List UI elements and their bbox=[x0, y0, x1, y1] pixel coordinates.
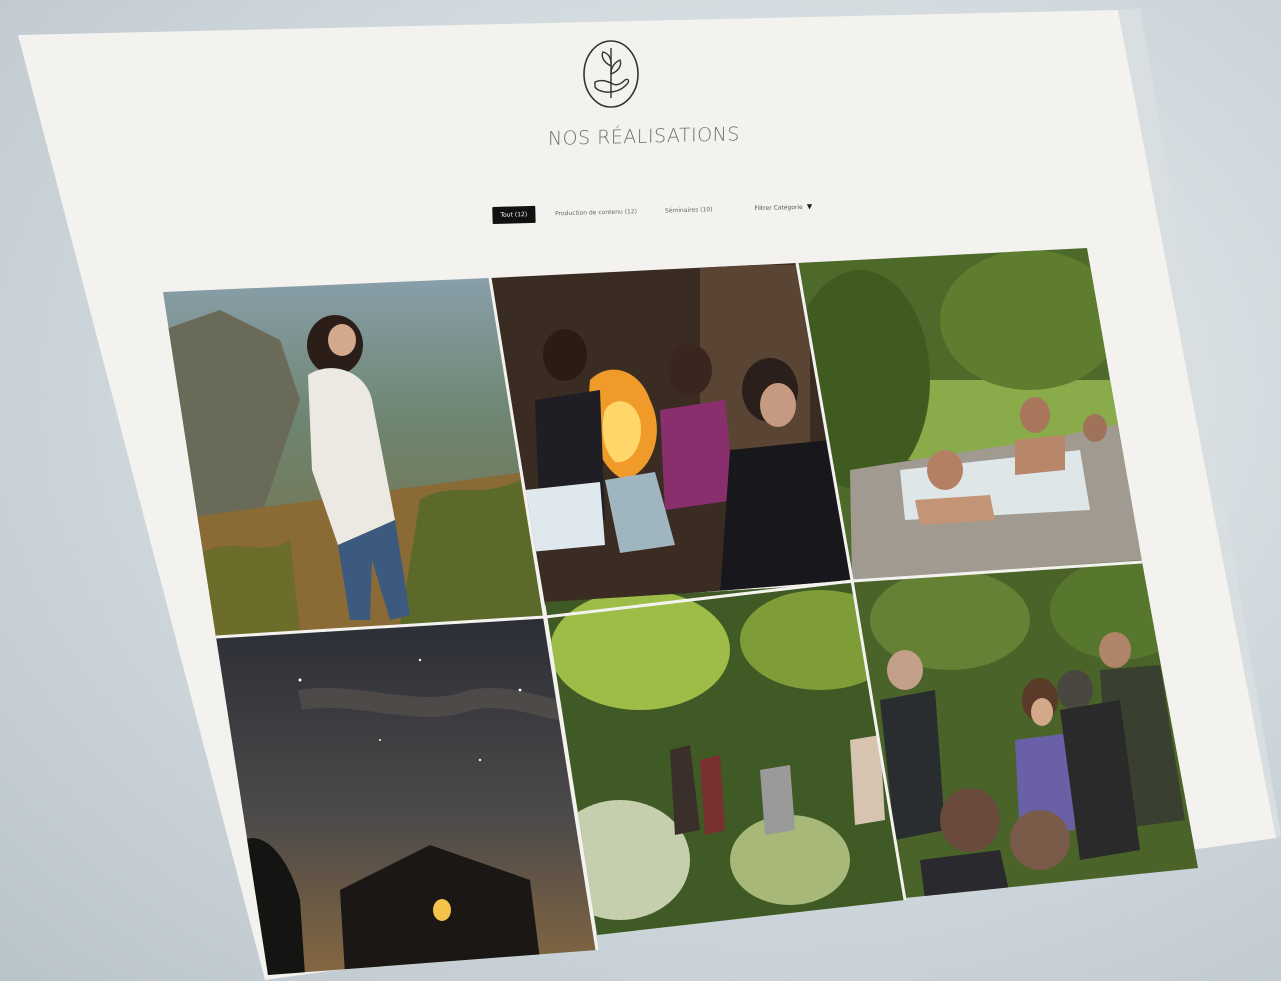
chevron-down-icon: ▼ bbox=[806, 202, 813, 211]
filter-all-button[interactable]: Tout (12) bbox=[492, 205, 536, 224]
filter-content-production-button[interactable]: Production de contenu (12) bbox=[547, 203, 645, 223]
page-title: NOS RÉALISATIONS bbox=[547, 123, 740, 151]
category-dropdown[interactable]: Filtrer Catégorie ▼ bbox=[754, 203, 812, 213]
category-filter-bar: Tout (12) Production de contenu (12) Sém… bbox=[492, 190, 813, 232]
category-dropdown-label: Filtrer Catégorie bbox=[754, 203, 803, 212]
hand-holding-sprout-icon[interactable] bbox=[581, 38, 641, 110]
filter-seminars-button[interactable]: Séminaires (10) bbox=[657, 201, 721, 220]
